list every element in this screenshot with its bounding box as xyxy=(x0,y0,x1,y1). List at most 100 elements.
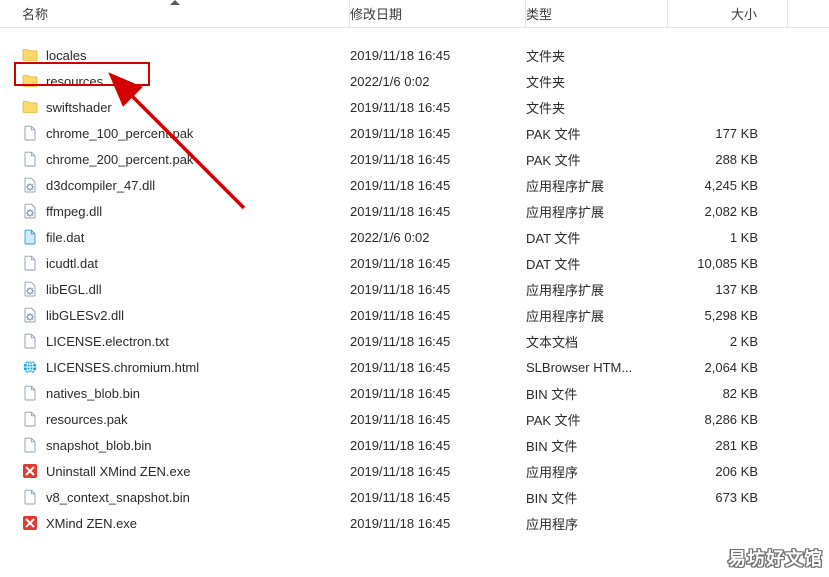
file-size: 1 KB xyxy=(668,230,788,245)
file-size: 288 KB xyxy=(668,152,788,167)
column-header-date[interactable]: 修改日期 xyxy=(350,0,526,27)
file-date: 2019/11/18 16:45 xyxy=(350,386,526,401)
file-type: DAT 文件 xyxy=(526,254,668,273)
file-date: 2019/11/18 16:45 xyxy=(350,178,526,193)
column-header-size[interactable]: 大小 xyxy=(668,0,788,27)
file-type: 应用程序扩展 xyxy=(526,176,668,195)
file-row[interactable]: Uninstall XMind ZEN.exe2019/11/18 16:45应… xyxy=(0,458,829,484)
file-row[interactable]: LICENSE.electron.txt 2019/11/18 16:45文本文档… xyxy=(0,328,829,354)
file-type: 应用程序扩展 xyxy=(526,306,668,325)
file-row[interactable]: chrome_200_percent.pak 2019/11/18 16:45PA… xyxy=(0,146,829,172)
file-icon xyxy=(22,385,38,401)
folder-icon xyxy=(22,73,38,89)
file-type: 应用程序扩展 xyxy=(526,202,668,221)
file-row[interactable]: LICENSES.chromium.html 2019/11/18 16:45SL… xyxy=(0,354,829,380)
file-row[interactable]: d3dcompiler_47.dll2019/11/18 16:45应用程序扩展… xyxy=(0,172,829,198)
file-name: LICENSE.electron.txt xyxy=(46,334,169,349)
file-date: 2022/1/6 0:02 xyxy=(350,74,526,89)
file-size: 673 KB xyxy=(668,490,788,505)
file-name: XMind ZEN.exe xyxy=(46,516,137,531)
column-header-name[interactable]: 名称 xyxy=(0,0,350,27)
file-date: 2019/11/18 16:45 xyxy=(350,256,526,271)
file-type: BIN 文件 xyxy=(526,384,668,403)
file-type: 应用程序 xyxy=(526,462,668,481)
file-name: chrome_200_percent.pak xyxy=(46,152,193,167)
file-size: 2,064 KB xyxy=(668,360,788,375)
file-row[interactable]: locales2019/11/18 16:45文件夹 xyxy=(0,42,829,68)
file-size: 177 KB xyxy=(668,126,788,141)
dll-icon xyxy=(22,203,38,219)
file-type: 应用程序 xyxy=(526,514,668,533)
file-list: 名称 修改日期 类型 大小 locales2019/11/18 16:45文件夹… xyxy=(0,0,829,536)
file-size: 137 KB xyxy=(668,282,788,297)
column-header-type[interactable]: 类型 xyxy=(526,0,668,27)
file-name: swiftshader xyxy=(46,100,112,115)
file-row[interactable]: resources2022/1/6 0:02文件夹 xyxy=(0,68,829,94)
file-date: 2019/11/18 16:45 xyxy=(350,412,526,427)
file-type: 文件夹 xyxy=(526,46,668,65)
file-date: 2019/11/18 16:45 xyxy=(350,334,526,349)
file-size: 4,245 KB xyxy=(668,178,788,193)
file-name: Uninstall XMind ZEN.exe xyxy=(46,464,191,479)
file-row[interactable]: resources.pak2019/11/18 16:45PAK 文件8,286… xyxy=(0,406,829,432)
file-row[interactable]: snapshot_blob.bin 2019/11/18 16:45BIN 文件2… xyxy=(0,432,829,458)
file-type: 应用程序扩展 xyxy=(526,280,668,299)
file-name: ffmpeg.dll xyxy=(46,204,102,219)
file-name: natives_blob.bin xyxy=(46,386,140,401)
file-size: 206 KB xyxy=(668,464,788,479)
file-date: 2019/11/18 16:45 xyxy=(350,152,526,167)
file-name: chrome_100_percent.pak xyxy=(46,126,193,141)
dll-icon xyxy=(22,281,38,297)
file-type: DAT 文件 xyxy=(526,228,668,247)
html-icon xyxy=(22,359,38,375)
dll-icon xyxy=(22,177,38,193)
file-size: 2 KB xyxy=(668,334,788,349)
file-name: LICENSES.chromium.html xyxy=(46,360,199,375)
file-row[interactable]: icudtl.dat 2019/11/18 16:45DAT 文件10,085 K… xyxy=(0,250,829,276)
file-row[interactable]: libGLESv2.dll2019/11/18 16:45应用程序扩展5,298… xyxy=(0,302,829,328)
file-row[interactable]: swiftshader2019/11/18 16:45文件夹 xyxy=(0,94,829,120)
file-date: 2019/11/18 16:45 xyxy=(350,438,526,453)
file-date: 2019/11/18 16:45 xyxy=(350,308,526,323)
file-size: 82 KB xyxy=(668,386,788,401)
column-header-row: 名称 修改日期 类型 大小 xyxy=(0,0,829,28)
folder-icon xyxy=(22,47,38,63)
folder-icon xyxy=(22,99,38,115)
file-row[interactable]: ffmpeg.dll 2019/11/18 16:45应用程序扩展2,082 KB xyxy=(0,198,829,224)
file-type: PAK 文件 xyxy=(526,150,668,169)
file-row[interactable]: file.dat 2022/1/6 0:02DAT 文件1 KB xyxy=(0,224,829,250)
file-row[interactable]: libEGL.dll2019/11/18 16:45应用程序扩展137 KB xyxy=(0,276,829,302)
file-date: 2019/11/18 16:45 xyxy=(350,360,526,375)
file-date: 2019/11/18 16:45 xyxy=(350,100,526,115)
file-size: 10,085 KB xyxy=(668,256,788,271)
file-date: 2022/1/6 0:02 xyxy=(350,230,526,245)
file-row[interactable]: chrome_100_percent.pak2019/11/18 16:45PA… xyxy=(0,120,829,146)
sort-ascending-icon xyxy=(170,0,180,5)
file-row[interactable]: XMind ZEN.exe 2019/11/18 16:45应用程序 xyxy=(0,510,829,536)
file-date: 2019/11/18 16:45 xyxy=(350,516,526,531)
file-size: 281 KB xyxy=(668,438,788,453)
file-type: BIN 文件 xyxy=(526,488,668,507)
dat-icon xyxy=(22,229,38,245)
file-name: icudtl.dat xyxy=(46,256,98,271)
file-type: BIN 文件 xyxy=(526,436,668,455)
file-type: 文件夹 xyxy=(526,72,668,91)
file-name: v8_context_snapshot.bin xyxy=(46,490,190,505)
file-date: 2019/11/18 16:45 xyxy=(350,126,526,141)
column-header-name-label: 名称 xyxy=(22,4,48,23)
file-type: 文本文档 xyxy=(526,332,668,351)
file-name: file.dat xyxy=(46,230,84,245)
file-size: 2,082 KB xyxy=(668,204,788,219)
file-name: libEGL.dll xyxy=(46,282,102,297)
file-row[interactable]: natives_blob.bin 2019/11/18 16:45BIN 文件82… xyxy=(0,380,829,406)
file-size: 5,298 KB xyxy=(668,308,788,323)
file-size: 8,286 KB xyxy=(668,412,788,427)
file-date: 2019/11/18 16:45 xyxy=(350,204,526,219)
file-icon xyxy=(22,489,38,505)
file-row[interactable]: v8_context_snapshot.bin2019/11/18 16:45B… xyxy=(0,484,829,510)
file-name: snapshot_blob.bin xyxy=(46,438,152,453)
file-icon xyxy=(22,333,38,349)
file-date: 2019/11/18 16:45 xyxy=(350,48,526,63)
watermark-text: 易坊好文馆 xyxy=(728,545,823,571)
file-type: SLBrowser HTM... xyxy=(526,360,668,375)
